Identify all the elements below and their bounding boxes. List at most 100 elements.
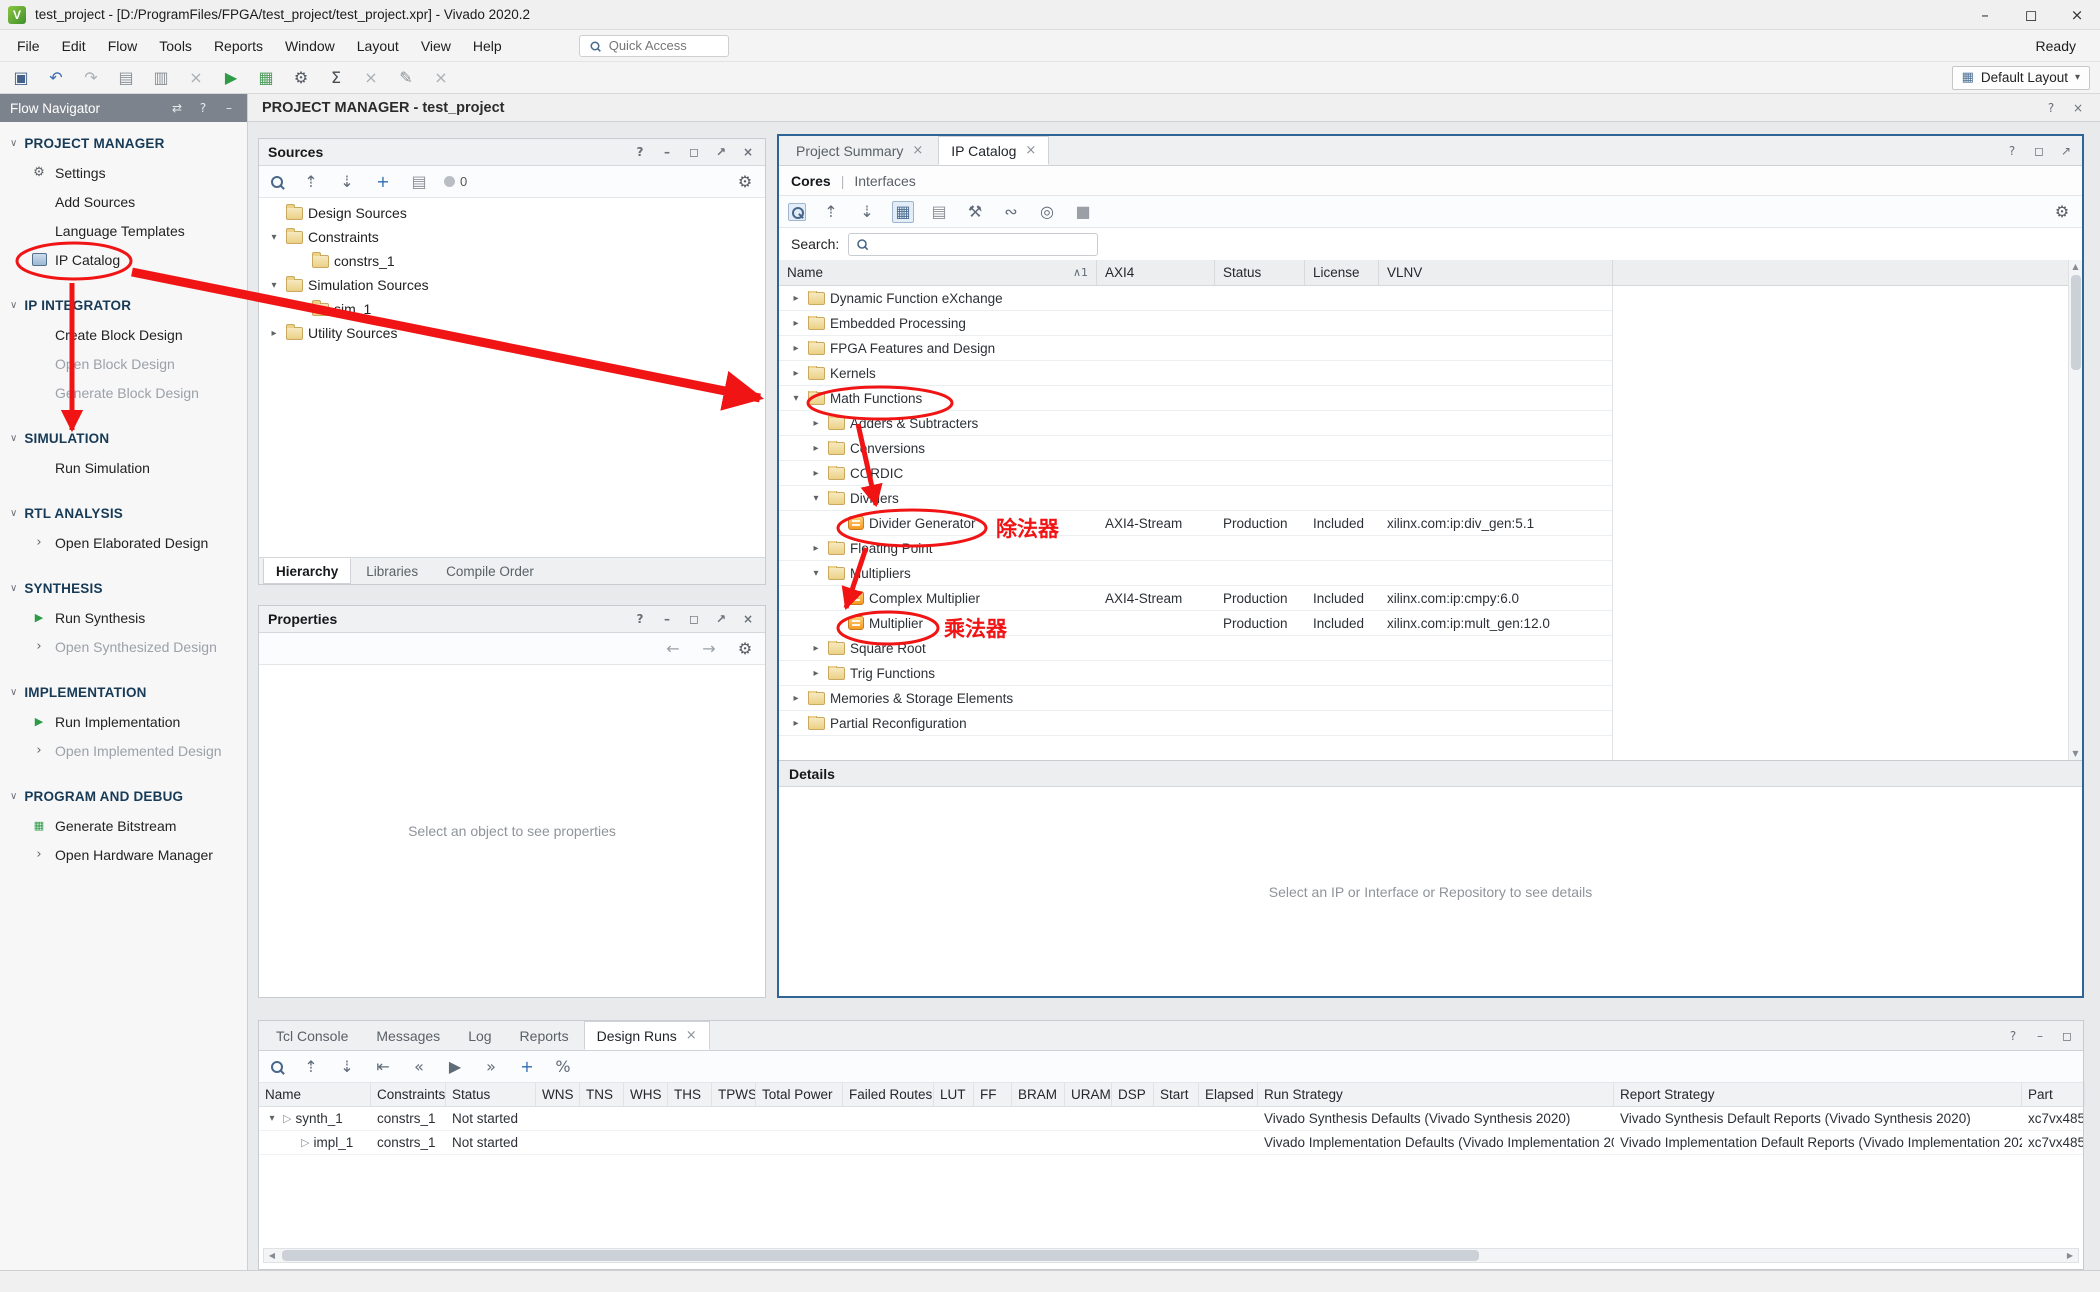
sources-item-design-sources[interactable]: Design Sources (259, 201, 765, 225)
chevron-collapsed-icon[interactable]: ▸ (809, 468, 823, 479)
column-header-lut[interactable]: LUT (934, 1083, 974, 1106)
menu-edit[interactable]: Edit (51, 34, 97, 58)
collapse-all-icon[interactable]: ⇡ (300, 1056, 322, 1078)
column-header-uram[interactable]: URAM (1065, 1083, 1112, 1106)
vertical-scrollbar[interactable]: ▲ ▼ (2068, 260, 2082, 760)
doc-icon[interactable]: ▤ (408, 171, 430, 193)
flownav-section-project-manager[interactable]: ∨PROJECT MANAGER (0, 128, 247, 158)
search-icon[interactable] (788, 203, 806, 221)
help-icon[interactable]: ? (632, 144, 648, 160)
sources-item-sim-1[interactable]: sim_1 (259, 297, 765, 321)
column-header-tpws[interactable]: TPWS (712, 1083, 756, 1106)
grid-icon[interactable]: ▦ (892, 201, 914, 223)
flownav-item-ip-catalog[interactable]: IP Catalog (0, 245, 247, 274)
flownav-section-ip-integrator[interactable]: ∨IP INTEGRATOR (0, 290, 247, 320)
gear-icon[interactable]: ⚙ (734, 638, 756, 660)
minimize-icon[interactable]: – (659, 144, 675, 160)
scroll-up-icon[interactable]: ▲ (2072, 260, 2078, 273)
expand-all-icon[interactable]: ⇣ (336, 171, 358, 193)
float-icon[interactable]: ↗ (2058, 143, 2074, 159)
column-header-name[interactable]: Name∧1 (779, 260, 1097, 285)
rewind-icon[interactable]: « (408, 1056, 430, 1078)
column-header-run-strategy[interactable]: Run Strategy (1258, 1083, 1614, 1106)
chevron-expanded-icon[interactable]: ▾ (809, 568, 823, 579)
gear-icon[interactable]: ⚙ (2051, 201, 2073, 223)
run-row-synth-1[interactable]: ▾▷synth_1constrs_1Not startedVivado Synt… (259, 1107, 2083, 1131)
close-icon[interactable]: × (1025, 143, 1036, 158)
copy-icon[interactable]: ▤ (115, 67, 137, 89)
sources-item-simulation-sources[interactable]: ▾Simulation Sources (259, 273, 765, 297)
save-icon[interactable]: ▣ (10, 67, 32, 89)
collapse-all-icon[interactable]: ⇡ (300, 171, 322, 193)
minimize-icon[interactable]: – (221, 100, 237, 116)
tab-messages[interactable]: Messages (363, 1021, 453, 1050)
column-header-wns[interactable]: WNS (536, 1083, 580, 1106)
flownav-item-open-hardware-manager[interactable]: ›Open Hardware Manager (0, 840, 247, 869)
ip-row-dynamic-function-exchange[interactable]: ▸Dynamic Function eXchange (779, 286, 1612, 311)
minimize-icon[interactable]: – (659, 611, 675, 627)
collapse-all-icon[interactable]: ⇡ (820, 201, 842, 223)
column-header-total-power[interactable]: Total Power (756, 1083, 843, 1106)
flownav-item-open-implemented-design[interactable]: ›Open Implemented Design (0, 736, 247, 765)
layout-selector[interactable]: ▦ Default Layout ▾ (1952, 66, 2090, 90)
flownav-item-add-sources[interactable]: Add Sources (0, 187, 247, 216)
minimize-button[interactable]: – (1962, 0, 2008, 29)
paste-icon[interactable]: ▥ (150, 67, 172, 89)
flownav-item-run-simulation[interactable]: Run Simulation (0, 453, 247, 482)
column-header-elapsed[interactable]: Elapsed (1199, 1083, 1258, 1106)
ip-row-conversions[interactable]: ▸Conversions (779, 436, 1612, 461)
view-tab-cores[interactable]: Cores (791, 173, 831, 189)
flownav-section-implementation[interactable]: ∨IMPLEMENTATION (0, 677, 247, 707)
ip-row-complex-multiplier[interactable]: Complex MultiplierAXI4-StreamProductionI… (779, 586, 1612, 611)
column-header-status[interactable]: Status (1215, 260, 1305, 285)
column-header-status[interactable]: Status (446, 1083, 536, 1106)
view-tab-interfaces[interactable]: Interfaces (854, 173, 915, 189)
close-button[interactable]: × (2054, 0, 2100, 29)
float-icon[interactable]: ↗ (713, 611, 729, 627)
toggle-icon[interactable]: ⇄ (169, 100, 185, 116)
tab-tcl-console[interactable]: Tcl Console (263, 1021, 361, 1050)
expand-all-icon[interactable]: ⇣ (856, 201, 878, 223)
close-icon[interactable]: × (686, 1028, 697, 1043)
search-icon[interactable] (268, 173, 286, 191)
flownav-item-create-block-design[interactable]: Create Block Design (0, 320, 247, 349)
percent-icon[interactable]: % (552, 1056, 574, 1078)
tab-ip-catalog[interactable]: IP Catalog× (938, 136, 1049, 165)
cancel-icon[interactable]: × (360, 67, 382, 89)
column-header-constraints[interactable]: Constraints (371, 1083, 446, 1106)
maximize-icon[interactable]: ◻ (2031, 143, 2047, 159)
column-header-failed-routes[interactable]: Failed Routes (843, 1083, 934, 1106)
close-icon[interactable]: × (912, 143, 923, 158)
flownav-item-open-block-design[interactable]: Open Block Design (0, 349, 247, 378)
gear-icon[interactable]: ⚙ (290, 67, 312, 89)
maximize-button[interactable]: ◻ (2008, 0, 2054, 29)
menu-flow[interactable]: Flow (97, 34, 149, 58)
menu-view[interactable]: View (410, 34, 462, 58)
flownav-item-run-implementation[interactable]: ▶Run Implementation (0, 707, 247, 736)
ip-row-embedded-processing[interactable]: ▸Embedded Processing (779, 311, 1612, 336)
x-icon[interactable]: × (2070, 100, 2086, 116)
flownav-item-generate-bitstream[interactable]: ▦Generate Bitstream (0, 811, 247, 840)
help-icon[interactable]: ? (195, 100, 211, 116)
doc-icon[interactable]: ▤ (928, 201, 950, 223)
tab-compile-order[interactable]: Compile Order (433, 558, 547, 584)
chevron-expanded-icon[interactable]: ▾ (267, 232, 281, 243)
ip-row-dividers[interactable]: ▾Dividers (779, 486, 1612, 511)
ip-row-fpga-features-and-design[interactable]: ▸FPGA Features and Design (779, 336, 1612, 361)
ip-row-square-root[interactable]: ▸Square Root (779, 636, 1612, 661)
ip-row-cordic[interactable]: ▸CORDIC (779, 461, 1612, 486)
chevron-collapsed-icon[interactable]: ▸ (809, 668, 823, 679)
help-icon[interactable]: ? (2043, 100, 2059, 116)
close-icon[interactable]: × (430, 67, 452, 89)
elaborate-icon[interactable]: ▦ (255, 67, 277, 89)
x-icon[interactable]: × (740, 611, 756, 627)
chevron-collapsed-icon[interactable]: ▸ (789, 718, 803, 729)
scroll-down-icon[interactable]: ▼ (2072, 747, 2078, 760)
chevron-collapsed-icon[interactable]: ▸ (809, 418, 823, 429)
column-header-ths[interactable]: THS (668, 1083, 712, 1106)
delete-icon[interactable]: × (185, 67, 207, 89)
menu-help[interactable]: Help (462, 34, 513, 58)
sources-item-constraints[interactable]: ▾Constraints (259, 225, 765, 249)
chevron-collapsed-icon[interactable]: ▸ (809, 443, 823, 454)
edit-icon[interactable]: ✎ (395, 67, 417, 89)
